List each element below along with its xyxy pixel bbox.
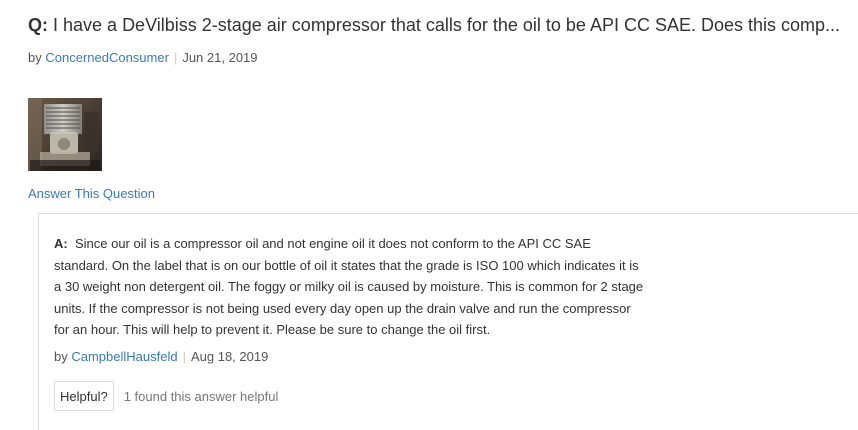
helpful-row: Helpful? 1 found this answer helpful bbox=[54, 381, 278, 411]
question-by-label: by bbox=[28, 50, 42, 65]
question-meta: by ConcernedConsumer | Jun 21, 2019 bbox=[28, 49, 258, 66]
question-title: Q: I have a DeVilbiss 2-stage air compre… bbox=[28, 13, 840, 37]
qa-page: Q: I have a DeVilbiss 2-stage air compre… bbox=[0, 0, 858, 430]
helpful-count: 1 found this answer helpful bbox=[123, 388, 279, 404]
answer-line: standard. On the label that is on our bo… bbox=[54, 257, 639, 273]
meta-separator: | bbox=[182, 349, 186, 364]
answer-card: A: Since our oil is a compressor oil and… bbox=[38, 213, 858, 430]
question-prefix: Q: bbox=[28, 15, 48, 35]
question-text: I have a DeVilbiss 2-stage air compresso… bbox=[53, 15, 841, 35]
question-date: Jun 21, 2019 bbox=[182, 50, 258, 65]
answer-line: for an hour. This will help to prevent i… bbox=[54, 322, 491, 337]
answer-meta: by CampbellHausfeld | Aug 18, 2019 bbox=[54, 348, 268, 365]
helpful-button[interactable]: Helpful? bbox=[54, 381, 114, 411]
answer-this-question-link[interactable]: Answer This Question bbox=[28, 185, 155, 202]
answer-by-label: by bbox=[54, 349, 68, 364]
answer-line: A: Since our oil is a compressor oil and… bbox=[54, 233, 704, 255]
meta-separator: | bbox=[173, 50, 178, 65]
answer-body: A: Since our oil is a compressor oil and… bbox=[54, 233, 704, 341]
answer-line: a 30 weight non detergent oil. The foggy… bbox=[54, 279, 644, 294]
answer-date: Aug 18, 2019 bbox=[190, 349, 269, 364]
question-author-link[interactable]: ConcernedConsumer bbox=[45, 50, 169, 65]
answer-author-link[interactable]: CampbellHausfeld bbox=[71, 349, 177, 364]
answer-line: units. If the compressor is not being us… bbox=[54, 300, 631, 316]
answer-prefix: A: bbox=[54, 236, 68, 251]
answer-line-text: Since our oil is a compressor oil and no… bbox=[74, 236, 591, 251]
question-photo-thumbnail[interactable] bbox=[28, 98, 102, 171]
